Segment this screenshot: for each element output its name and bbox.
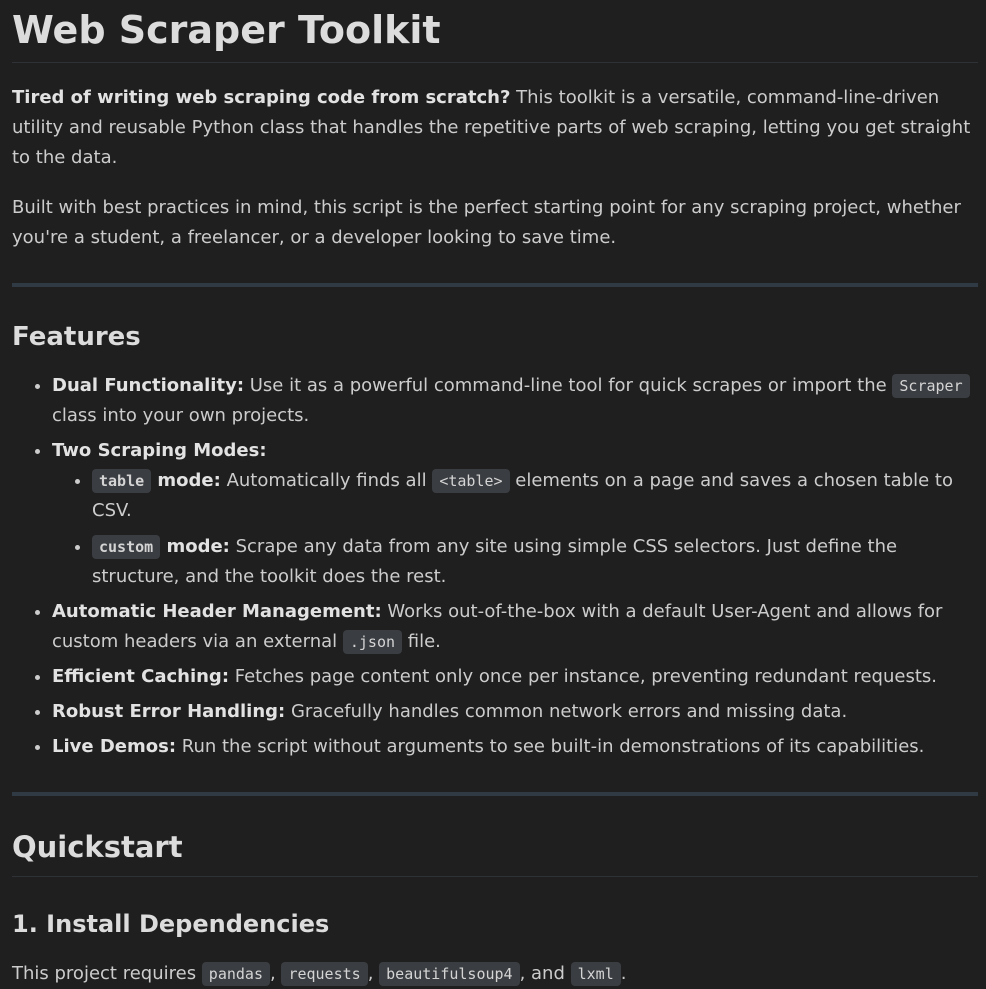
inline-code: .json — [342, 630, 403, 654]
list-item: Robust Error Handling: Gracefully handle… — [52, 697, 978, 727]
inline-code: pandas — [201, 962, 270, 986]
list-item: Efficient Caching: Fetches page content … — [52, 662, 978, 692]
inline-code: Scraper — [892, 374, 970, 398]
features-heading: Features — [12, 322, 141, 352]
inline-code: <table> — [432, 469, 510, 493]
feature-label: Automatic Header Management: — [52, 601, 382, 622]
inline-code: requests — [281, 962, 368, 986]
intro-paragraph: Tired of writing web scraping code from … — [12, 83, 978, 173]
feature-label: Two Scraping Modes: — [52, 440, 267, 461]
list-item: Live Demos: Run the script without argum… — [52, 732, 978, 762]
quickstart-heading: Quickstart — [12, 830, 978, 877]
modes-sublist: table mode: Automatically finds all <tab… — [52, 466, 978, 592]
intro-lead: Tired of writing web scraping code from … — [12, 87, 511, 108]
list-item: custom mode: Scrape any data from any si… — [92, 532, 978, 592]
feature-label: Robust Error Handling: — [52, 701, 286, 722]
install-paragraph: This project requires pandas, requests, … — [12, 962, 627, 986]
inline-code: table — [92, 469, 152, 493]
features-list: Dual Functionality: Use it as a powerful… — [12, 371, 978, 762]
install-heading: 1. Install Dependencies — [12, 910, 330, 938]
list-item: Automatic Header Management: Works out-o… — [52, 597, 978, 657]
list-item: Two Scraping Modes: table mode: Automati… — [52, 436, 978, 592]
inline-code: beautifulsoup4 — [379, 962, 520, 986]
list-item: Dual Functionality: Use it as a powerful… — [52, 371, 978, 431]
section-divider — [12, 792, 978, 796]
feature-label: Live Demos: — [52, 736, 177, 757]
readme-document: Web Scraper Toolkit Tired of writing web… — [0, 7, 986, 989]
inline-code: lxml — [570, 962, 621, 986]
section-divider — [12, 283, 978, 287]
feature-label: Dual Functionality: — [52, 375, 245, 396]
list-item: table mode: Automatically finds all <tab… — [92, 466, 978, 526]
feature-label: Efficient Caching: — [52, 666, 230, 687]
page-title: Web Scraper Toolkit — [12, 7, 978, 63]
intro-second-paragraph: Built with best practices in mind, this … — [12, 197, 961, 248]
inline-code: custom — [92, 535, 161, 559]
